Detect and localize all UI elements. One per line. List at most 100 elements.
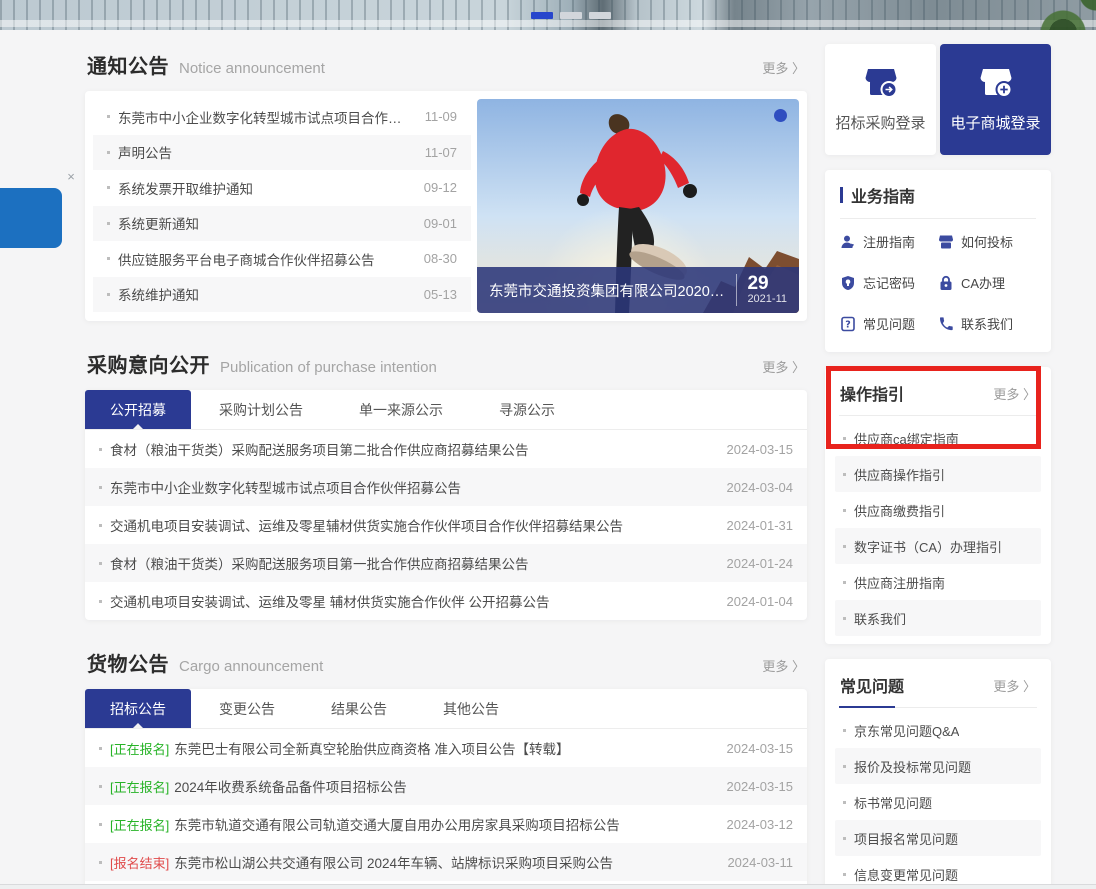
purchase-more-link[interactable]: 更多 〉 <box>762 357 805 376</box>
tab-single-source[interactable]: 单一来源公示 <box>331 390 471 429</box>
tab-tender-announcement[interactable]: 招标公告 <box>85 689 191 728</box>
cargo-item-link[interactable]: 2024年收费系统备品备件项目招标公告 <box>174 776 407 796</box>
faq-item-link[interactable]: 项目报名常见问题 <box>854 829 958 848</box>
list-item[interactable]: 东莞市中小企业数字化转型城市试点项目合作伙伴招募公告 2024-03-04 <box>85 468 807 506</box>
list-item[interactable]: 供应商注册指南 <box>835 564 1041 600</box>
e-mall-login-button[interactable]: 电子商城登录 <box>940 44 1051 155</box>
purchase-section-header: 采购意向公开 Publication of purchase intention… <box>85 339 807 390</box>
ops-item-link[interactable]: 供应商操作指引 <box>854 465 945 484</box>
faq-more-link[interactable]: 更多 〉 <box>993 676 1036 695</box>
guide-item-ca-handle[interactable]: CA办理 <box>938 262 1036 303</box>
tab-open-recruit[interactable]: 公开招募 <box>85 390 191 429</box>
list-item[interactable]: [正在报名]2024年收费系统备品备件项目招标公告2024-03-15 <box>85 767 807 805</box>
bullet-icon <box>107 115 110 118</box>
notice-item-link[interactable]: 声明公告 <box>118 142 172 162</box>
list-item[interactable]: [报名结束]东莞市松山湖公共交通有限公司 2024年车辆、站牌标识采购项目采购公… <box>85 843 807 881</box>
bullet-icon <box>843 545 846 548</box>
person-icon <box>840 234 856 250</box>
faq-list: 京东常见问题Q&A 报价及投标常见问题 标书常见问题 项目报名常见问题 信息变更… <box>825 712 1051 889</box>
list-item[interactable]: 系统更新通知09-01 <box>93 206 471 242</box>
close-icon[interactable]: × <box>63 169 79 185</box>
notice-item-link[interactable]: 系统发票开取维护通知 <box>118 178 253 198</box>
ops-item-link[interactable]: 联系我们 <box>854 609 906 628</box>
guide-item-register[interactable]: 注册指南 <box>840 221 938 262</box>
cargo-item-link[interactable]: 东莞市松山湖公共交通有限公司 2024年车辆、站牌标识采购项目采购公告 <box>174 852 613 872</box>
list-item[interactable]: 系统维护通知05-13 <box>93 277 471 313</box>
notice-item-link[interactable]: 系统更新通知 <box>118 213 199 233</box>
list-item[interactable]: 联系我们 <box>835 600 1041 636</box>
list-item[interactable]: 报价及投标常见问题 <box>835 748 1041 784</box>
purchase-item-link[interactable]: 食材（粮油干货类）采购配送服务项目第一批合作供应商招募结果公告 <box>110 553 529 573</box>
purchase-item-link[interactable]: 东莞市中小企业数字化转型城市试点项目合作伙伴招募公告 <box>110 477 461 497</box>
title-accent-bar <box>840 187 843 203</box>
tab-result-announcement[interactable]: 结果公告 <box>303 689 415 728</box>
faq-item-link[interactable]: 报价及投标常见问题 <box>854 757 971 776</box>
tab-other-announcement[interactable]: 其他公告 <box>415 689 527 728</box>
carousel-dash[interactable] <box>560 12 582 19</box>
faq-item-link[interactable]: 京东常见问题Q&A <box>854 721 959 740</box>
cargo-more-link[interactable]: 更多 〉 <box>762 656 805 675</box>
guide-item-forgot-password[interactable]: 忘记密码 <box>840 262 938 303</box>
cargo-item-link[interactable]: 东莞巴士有限公司全新真空轮胎供应商资格 准入项目公告【转载】 <box>174 738 569 758</box>
guide-item-how-to-bid[interactable]: 如何投标 <box>938 221 1036 262</box>
notice-list: 东莞市中小企业数字化转型城市试点项目合作伙伴招...11-09 声明公告 11-0… <box>93 99 477 313</box>
purchase-item-link[interactable]: 交通机电项目安装调试、运维及零星辅材供货实施合作伙伴项目合作伙伴招募结果公告 <box>110 515 623 535</box>
business-guide-grid: 注册指南 如何投标 忘记密码 CA办理 ? 常见问题 <box>840 221 1036 344</box>
purchase-item-link[interactable]: 交通机电项目安装调试、运维及零星 辅材供货实施合作伙伴 公开招募公告 <box>110 591 550 611</box>
ops-item-link[interactable]: 数字证书（CA）办理指引 <box>854 537 1002 556</box>
list-item[interactable]: 项目报名常见问题 <box>835 820 1041 856</box>
chevron-right-icon: 〉 <box>792 360 805 375</box>
list-item[interactable]: 供应商缴费指引 <box>835 492 1041 528</box>
list-item[interactable]: 食材（粮油干货类）采购配送服务项目第一批合作供应商招募结果公告2024-01-2… <box>85 544 807 582</box>
bullet-icon <box>99 486 102 489</box>
bullet-icon <box>99 600 102 603</box>
notice-item-link[interactable]: 系统维护通知 <box>118 284 199 304</box>
bullet-icon <box>843 509 846 512</box>
chevron-right-icon: 〉 <box>1023 679 1036 694</box>
carousel-caption-link[interactable]: 东莞市交通投资集团有限公司2020年市财政... <box>489 280 726 301</box>
tab-change-announcement[interactable]: 变更公告 <box>191 689 303 728</box>
faq-item-link[interactable]: 标书常见问题 <box>854 793 932 812</box>
guide-item-contact[interactable]: 联系我们 <box>938 303 1036 344</box>
list-item[interactable]: 食材（粮油干货类）采购配送服务项目第二批合作供应商招募结果公告2024-03-1… <box>85 430 807 468</box>
list-item[interactable]: 供应链服务平台电子商城合作伙伴招募公告 08-30 <box>93 241 471 277</box>
ops-item-link[interactable]: 供应商注册指南 <box>854 573 945 592</box>
list-item[interactable]: 数字证书（CA）办理指引 <box>835 528 1041 564</box>
notice-item-link[interactable]: 供应链服务平台电子商城合作伙伴招募公告 <box>118 249 375 269</box>
carousel-dash-active[interactable] <box>531 12 553 19</box>
guide-item-faq[interactable]: ? 常见问题 <box>840 303 938 344</box>
footer-divider <box>0 884 1096 889</box>
list-item[interactable]: 系统发票开取维护通知09-12 <box>93 170 471 206</box>
list-item[interactable]: 声明公告 11-07 <box>93 135 471 171</box>
list-item[interactable]: 供应商操作指引 <box>835 456 1041 492</box>
top-banner-image[interactable] <box>0 0 1096 30</box>
floating-widget[interactable] <box>0 188 62 248</box>
banner-carousel-indicators[interactable] <box>531 12 611 19</box>
ops-item-link[interactable]: 供应商缴费指引 <box>854 501 945 520</box>
list-item[interactable]: 交通机电项目安装调试、运维及零星 辅材供货实施合作伙伴 公开招募公告2024-0… <box>85 582 807 620</box>
list-item[interactable]: 交通机电项目安装调试、运维及零星辅材供货实施合作伙伴项目合作伙伴招募结果公告20… <box>85 506 807 544</box>
tab-sourcing[interactable]: 寻源公示 <box>471 390 583 429</box>
item-date: 2024-03-04 <box>713 480 794 495</box>
carousel-dot-indicator[interactable] <box>774 109 787 122</box>
notice-more-link[interactable]: 更多 〉 <box>762 58 805 77</box>
cargo-item-link[interactable]: 东莞市轨道交通有限公司轨道交通大厦自用办公用房家具采购项目招标公告 <box>174 814 620 834</box>
notice-item-link[interactable]: 东莞市中小企业数字化转型城市试点项目合作伙伴招... <box>118 107 411 127</box>
faq-item-link[interactable]: 信息变更常见问题 <box>854 865 958 884</box>
item-date: 11-07 <box>411 145 457 160</box>
list-item[interactable]: [正在报名]东莞市轨道交通有限公司轨道交通大厦自用办公用房家具采购项目招标公告2… <box>85 805 807 843</box>
purchase-item-link[interactable]: 食材（粮油干货类）采购配送服务项目第二批合作供应商招募结果公告 <box>110 439 529 459</box>
list-item[interactable]: 京东常见问题Q&A <box>835 712 1041 748</box>
tender-purchase-login-button[interactable]: 招标采购登录 <box>825 44 936 155</box>
purchase-tabs: 公开招募 采购计划公告 单一来源公示 寻源公示 <box>85 390 807 430</box>
list-item[interactable]: 标书常见问题 <box>835 784 1041 820</box>
list-item[interactable]: 东莞市中小企业数字化转型城市试点项目合作伙伴招...11-09 <box>93 99 471 135</box>
carousel-dash[interactable] <box>589 12 611 19</box>
faq-card: 常见问题 更多 〉 京东常见问题Q&A 报价及投标常见问题 标书常见问题 项目报… <box>825 659 1051 889</box>
status-badge: [正在报名] <box>110 777 169 796</box>
tab-purchase-plan[interactable]: 采购计划公告 <box>191 390 331 429</box>
news-carousel[interactable]: 东莞市交通投资集团有限公司2020年市财政... 29 2021-11 <box>477 99 799 313</box>
list-item[interactable]: [正在报名]东莞巴士有限公司全新真空轮胎供应商资格 准入项目公告【转载】2024… <box>85 729 807 767</box>
item-date: 08-30 <box>410 251 457 266</box>
bullet-icon <box>843 617 846 620</box>
